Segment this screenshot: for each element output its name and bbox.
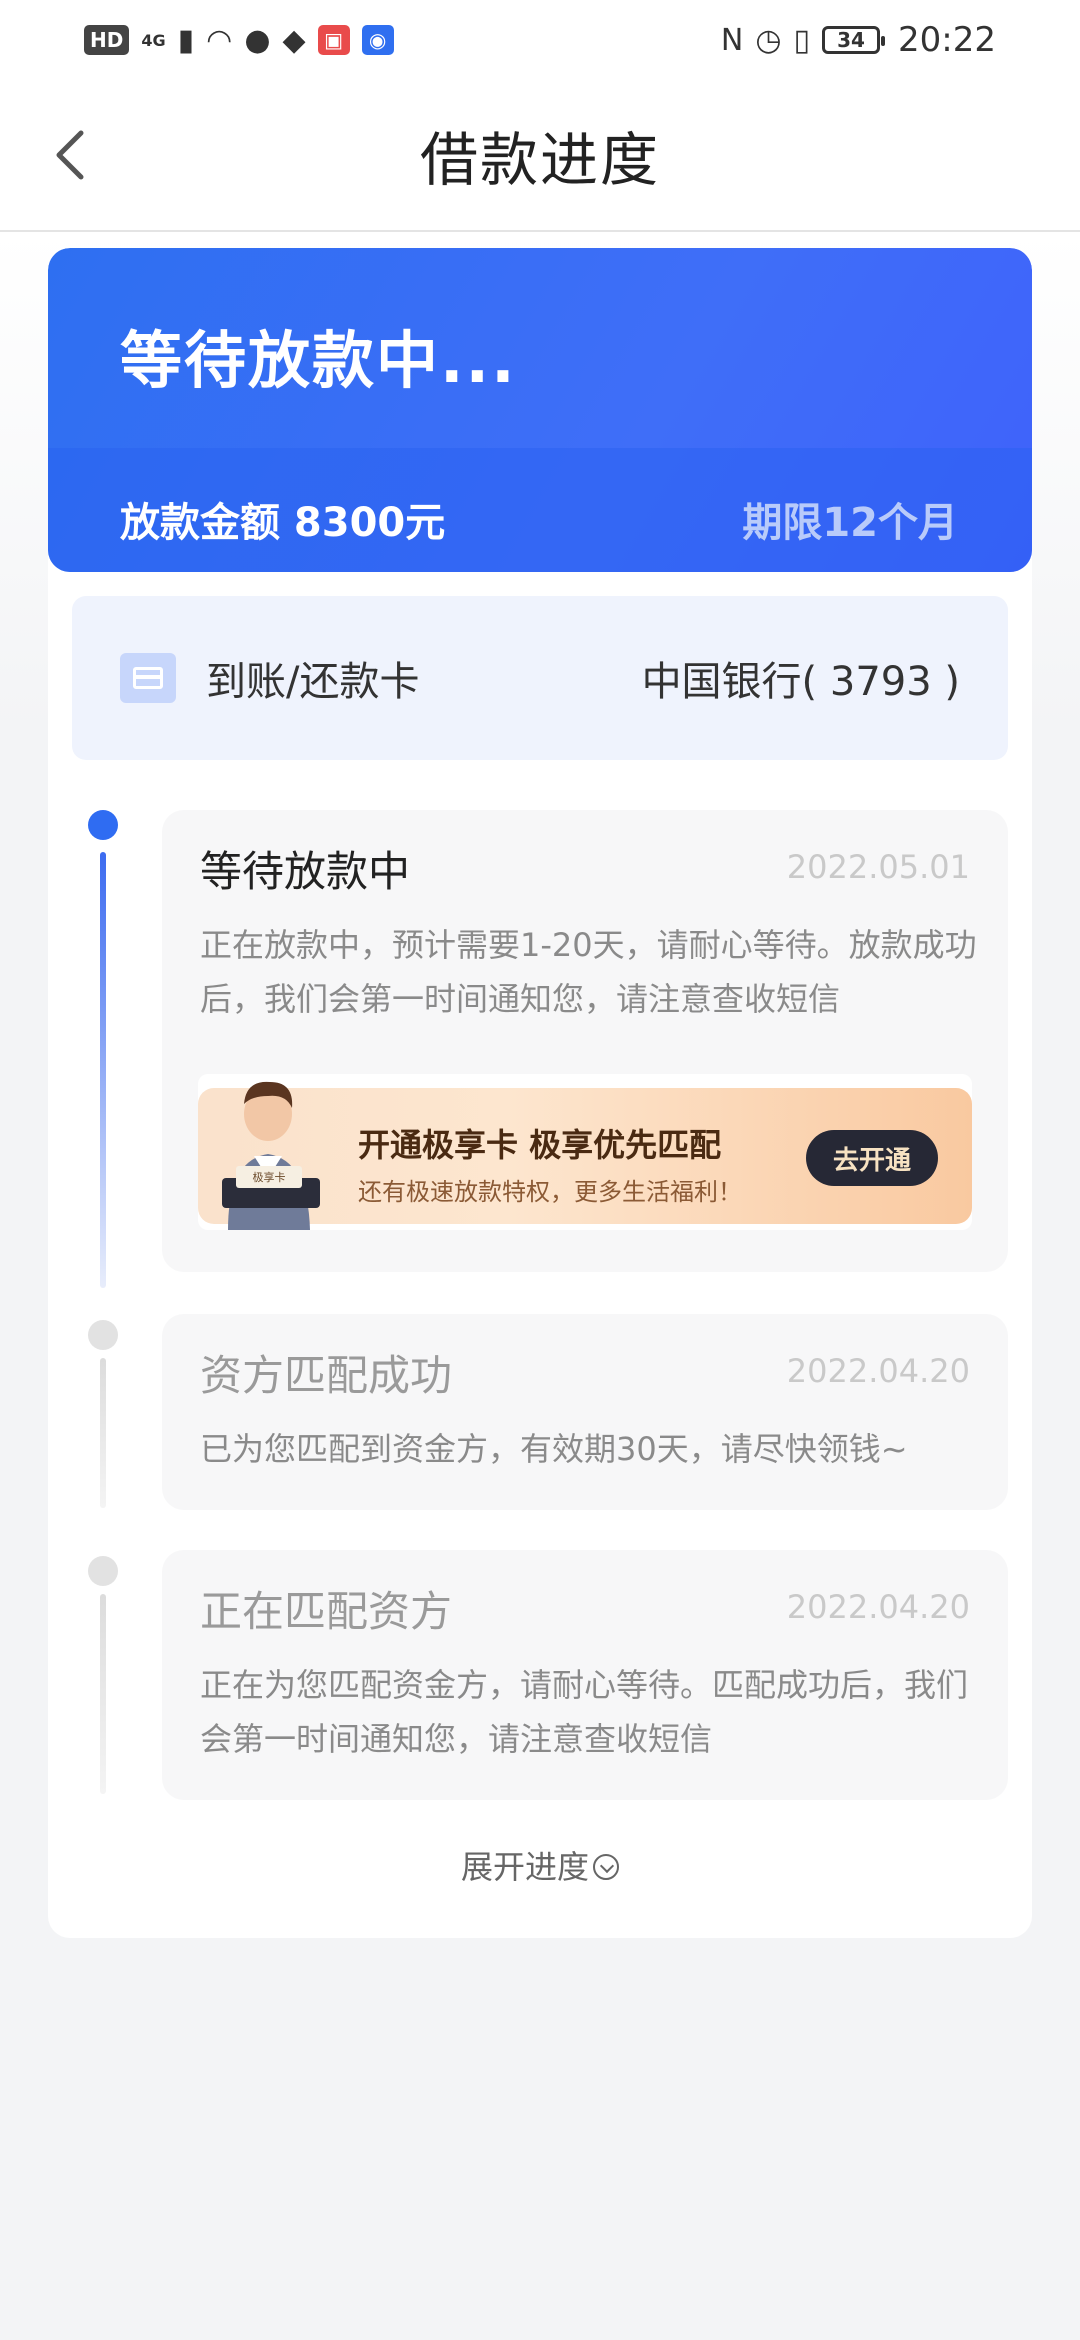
- timeline-title: 等待放款中: [200, 847, 411, 896]
- activate-button[interactable]: 去开通: [806, 1130, 938, 1186]
- mascot-card-text: 极享卡: [253, 1170, 286, 1184]
- timeline-line: [100, 1594, 106, 1794]
- app-notification-icon: ▣: [317, 25, 350, 55]
- vibrate-icon: ▯: [793, 22, 811, 58]
- timeline-date: 2022.05.01: [786, 848, 970, 886]
- loan-status-banner: 等待放款中... 放款金额 8300元 期限12个月: [48, 248, 1032, 572]
- timeline-dot-inactive: [88, 1556, 118, 1586]
- loan-progress-card: 等待放款中... 放款金额 8300元 期限12个月 到账/还款卡 中国银行( …: [48, 248, 1032, 1938]
- clock: 20:22: [898, 20, 996, 60]
- bank-card-icon: [120, 653, 176, 703]
- status-bar: HD 4G ▮ ◠ ● ◆ ▣ ◉ N ◷ ▯ 34 20:22: [0, 0, 1080, 80]
- message-icon: ●: [244, 22, 271, 58]
- back-button[interactable]: [40, 120, 100, 190]
- network-type: 4G: [141, 30, 166, 50]
- page-title: 借款进度: [419, 126, 660, 194]
- wifi-icon: ◠: [206, 22, 233, 58]
- promo-subtitle: 还有极速放款特权，更多生活福利！: [358, 1178, 742, 1206]
- loan-amount: 放款金额 8300元: [120, 500, 446, 546]
- bank-card-value: 中国银行( 3793 ): [641, 659, 960, 705]
- hd-icon: HD: [84, 25, 130, 55]
- bank-card-row[interactable]: 到账/还款卡 中国银行( 3793 ): [72, 596, 1008, 760]
- timeline-description: 正在放款中，预计需要1-20天，请耐心等待。放款成功后，我们会第一时间通知您，请…: [200, 926, 977, 1018]
- promo-banner[interactable]: 极享卡 开通极享卡 极享优先匹配 还有极速放款特权，更多生活福利！ 去开通: [198, 1074, 972, 1230]
- bulb-notification-icon: ◉: [361, 25, 394, 55]
- shield-icon: ◆: [282, 22, 306, 58]
- timeline-card: 等待放款中 2022.05.01 正在放款中，预计需要1-20天，请耐心等待。放…: [162, 810, 1008, 1272]
- timeline-card: 资方匹配成功 2022.04.20 已为您匹配到资金方，有效期30天，请尽快领钱…: [162, 1314, 1008, 1510]
- timeline-line: [100, 852, 106, 1288]
- nfc-icon: N: [720, 22, 744, 58]
- timeline-title: 资方匹配成功: [200, 1351, 453, 1400]
- bank-card-label: 到账/还款卡: [206, 659, 420, 705]
- loan-status-title: 等待放款中...: [120, 324, 517, 397]
- timeline-card: 正在匹配资方 2022.04.20 正在为您匹配资金方，请耐心等待。匹配成功后，…: [162, 1550, 1008, 1800]
- timeline-item: 资方匹配成功 2022.04.20 已为您匹配到资金方，有效期30天，请尽快领钱…: [48, 1314, 1032, 1514]
- top-bar: 借款进度: [0, 80, 1080, 232]
- timeline-line: [100, 1358, 106, 1508]
- timeline-item: 等待放款中 2022.05.01 正在放款中，预计需要1-20天，请耐心等待。放…: [48, 810, 1032, 1290]
- promo-title: 开通极享卡 极享优先匹配: [358, 1126, 722, 1164]
- status-bar-left: HD 4G ▮ ◠ ● ◆ ▣ ◉: [84, 23, 394, 58]
- battery-icon: 34: [822, 26, 886, 54]
- timeline-date: 2022.04.20: [786, 1352, 970, 1390]
- loan-term: 期限12个月: [742, 500, 958, 546]
- chevron-down-circle-icon: [593, 1854, 619, 1880]
- timeline-date: 2022.04.20: [786, 1588, 970, 1626]
- timeline-title: 正在匹配资方: [200, 1587, 453, 1636]
- timeline-dot-inactive: [88, 1320, 118, 1350]
- timeline-description: 已为您匹配到资金方，有效期30天，请尽快领钱~: [200, 1430, 908, 1468]
- signal-icon: ▮: [177, 22, 195, 58]
- timeline-dot-active: [88, 810, 118, 840]
- status-bar-right: N ◷ ▯ 34 20:22: [721, 20, 996, 60]
- expand-progress-button[interactable]: 展开进度: [48, 1842, 1032, 1888]
- chevron-left-icon: [56, 130, 84, 180]
- expand-progress-label: 展开进度: [460, 1848, 589, 1886]
- alarm-icon: ◷: [755, 22, 782, 58]
- mascot-illustration: 极享卡: [222, 1081, 320, 1230]
- timeline-item: 正在匹配资方 2022.04.20 正在为您匹配资金方，请耐心等待。匹配成功后，…: [48, 1550, 1032, 1810]
- timeline-description: 正在为您匹配资金方，请耐心等待。匹配成功后，我们会第一时间通知您，请注意查收短信: [200, 1666, 969, 1758]
